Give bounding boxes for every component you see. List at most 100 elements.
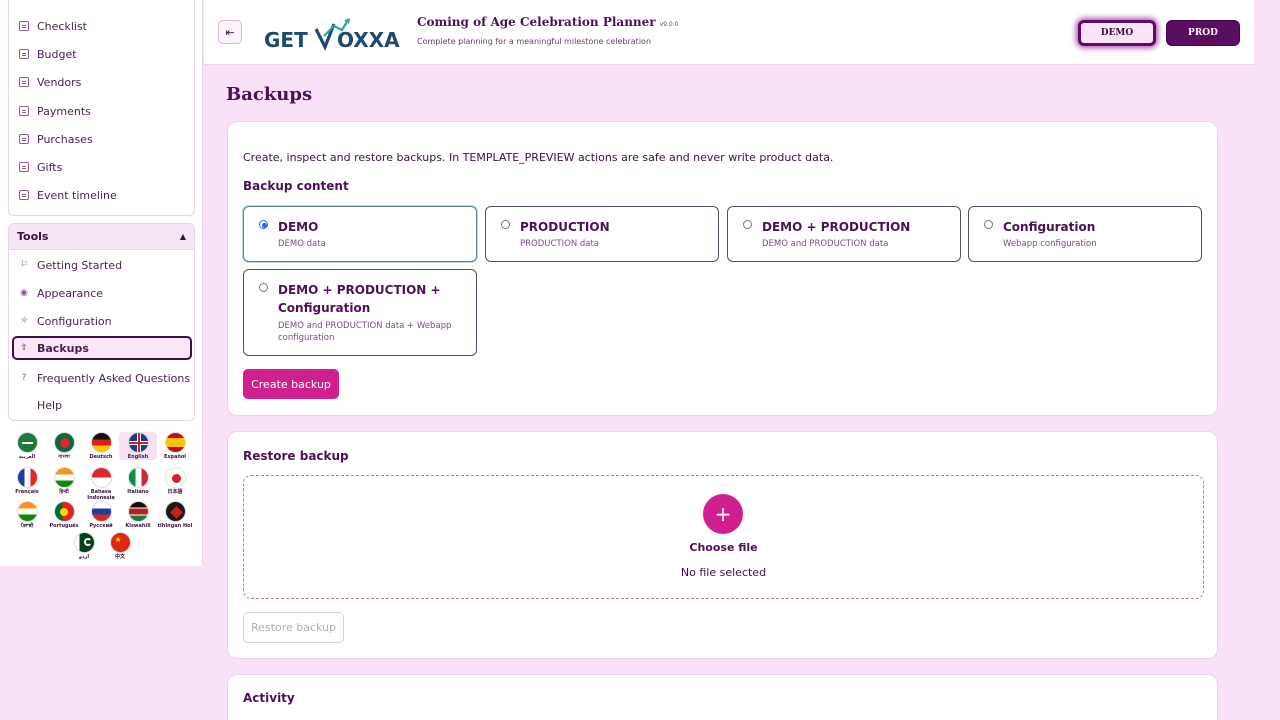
radio-button[interactable]	[984, 220, 993, 229]
sidebar-item-label: Checklist	[37, 19, 87, 33]
help-icon	[19, 400, 29, 410]
svg-text:OXXA: OXXA	[337, 28, 400, 52]
sidebar-item-appearance[interactable]: ◉ Appearance	[9, 281, 194, 305]
sidebar-item-getting-started[interactable]: ⚐ Getting Started	[9, 253, 194, 277]
create-backup-card: Create, inspect and restore backups. In …	[227, 121, 1218, 416]
flag-icon	[127, 467, 149, 488]
language-flag-fr[interactable]: Français	[8, 467, 46, 495]
sidebar-planning-nav: Checklist Budget Vendors Payments Purcha…	[8, 0, 195, 216]
sidebar-item-gifts[interactable]: Gifts	[9, 155, 194, 179]
sidebar-item-label: Purchases	[37, 132, 93, 146]
sidebar-item-payments[interactable]: Payments	[9, 99, 194, 123]
env-prod-button[interactable]: PROD	[1166, 20, 1240, 46]
language-flag-en[interactable]: English	[119, 432, 157, 460]
flag-icon: ★	[109, 532, 131, 553]
backup-content-title: Backup content	[243, 179, 349, 193]
radio-button[interactable]	[259, 283, 268, 292]
language-flag-ru[interactable]: Русский	[82, 501, 120, 529]
language-flag-id[interactable]: Bahasa Indonesia	[82, 467, 120, 501]
flag-icon	[164, 432, 186, 453]
chevron-up-icon: ▲	[179, 232, 186, 241]
flag-outline-icon: ⚐	[19, 260, 29, 270]
backup-option-production[interactable]: PRODUCTION PRODUCTION data	[485, 206, 719, 262]
language-flag-sw[interactable]: Kiswahili	[119, 501, 157, 529]
backup-option-demo-production[interactable]: DEMO + PRODUCTION DEMO and PRODUCTION da…	[727, 206, 961, 262]
activity-title: Activity	[243, 691, 295, 705]
flag-icon	[90, 467, 112, 488]
radio-button[interactable]	[259, 220, 268, 229]
flag-icon	[164, 467, 186, 488]
language-flag-ar[interactable]: العربية	[8, 432, 46, 460]
document-icon	[19, 134, 29, 144]
gear-icon: ☼	[19, 316, 29, 326]
radio-button[interactable]	[743, 220, 752, 229]
tools-section-title: Tools	[17, 230, 49, 243]
language-flag-pt[interactable]: Português	[45, 501, 83, 529]
sidebar-item-event-timeline[interactable]: Event timeline	[9, 183, 194, 207]
sidebar-item-label: Vendors	[37, 75, 82, 89]
sidebar-item-backups[interactable]: ⇧ Backups	[12, 336, 192, 360]
document-icon	[19, 162, 29, 172]
activity-card: Activity	[227, 674, 1218, 720]
backup-option-all[interactable]: DEMO + PRODUCTION + Configuration DEMO a…	[243, 269, 477, 356]
flag-icon	[90, 501, 112, 522]
sidebar-item-configuration[interactable]: ☼ Configuration	[9, 309, 194, 333]
top-header: ⇤ GET OXXA Coming of Age Celebration Pla…	[204, 0, 1254, 65]
palette-icon: ◉	[20, 288, 28, 298]
upload-icon: ⇧	[20, 343, 28, 353]
flag-icon	[90, 432, 112, 453]
file-status: No file selected	[680, 566, 767, 579]
document-icon	[19, 49, 29, 59]
flag-icon	[73, 532, 95, 553]
language-flag-bn[interactable]: বাংলা	[45, 432, 83, 460]
backup-description: Create, inspect and restore backups. In …	[243, 151, 834, 164]
flag-icon	[53, 467, 75, 488]
flag-icon	[16, 432, 38, 453]
language-flag-de[interactable]: Deutsch	[82, 432, 120, 460]
plus-icon[interactable]: +	[703, 494, 743, 534]
sidebar-item-label: Budget	[37, 47, 77, 61]
sidebar-item-purchases[interactable]: Purchases	[9, 127, 194, 151]
sidebar-item-vendors[interactable]: Vendors	[9, 70, 194, 94]
language-flag-ur[interactable]: اردو	[65, 532, 103, 560]
language-flag-pa[interactable]: ਪੰਜਾਬੀ	[8, 501, 46, 529]
flag-icon	[127, 501, 149, 522]
document-icon	[19, 21, 29, 31]
backup-option-configuration[interactable]: Configuration Webapp configuration	[968, 206, 1202, 262]
sidebar-item-checklist[interactable]: Checklist	[9, 14, 194, 38]
flag-icon	[53, 501, 75, 522]
language-flag-zh[interactable]: ★ 中文	[101, 532, 139, 560]
choose-file-label[interactable]: Choose file	[244, 541, 1203, 554]
collapse-left-icon: ⇤	[225, 25, 235, 39]
sidebar-collapse-button[interactable]: ⇤	[218, 20, 242, 44]
file-dropzone[interactable]: + Choose file No file selected	[243, 475, 1204, 599]
sidebar-item-faq[interactable]: ? Frequently Asked Questions	[9, 366, 194, 390]
sidebar-item-label: Appearance	[37, 286, 104, 300]
app-version: v9.0.0	[659, 21, 679, 28]
language-flag-it[interactable]: Italiano	[119, 467, 157, 495]
radio-button[interactable]	[501, 220, 510, 229]
restore-backup-card: Restore backup + Choose file No file sel…	[227, 431, 1218, 659]
language-flag-es[interactable]: Español	[156, 432, 194, 460]
env-demo-button[interactable]: DEMO	[1078, 20, 1156, 46]
question-circle-icon: ?	[21, 373, 27, 383]
language-flag-hi[interactable]: हिन्दी	[45, 467, 83, 495]
tools-section-header[interactable]: Tools ▲	[9, 224, 194, 250]
restore-backup-title: Restore backup	[243, 449, 349, 463]
sidebar-tools-nav: Tools ▲ ⚐ Getting Started ◉ Appearance ☼…	[8, 223, 195, 421]
language-flag-ja[interactable]: 日本語	[156, 467, 194, 495]
app-title: Coming of Age Celebration Planner v9.0.0	[417, 15, 679, 29]
backup-option-demo[interactable]: DEMO DEMO data	[243, 206, 477, 262]
restore-backup-button[interactable]: Restore backup	[243, 612, 344, 643]
sidebar-item-label: Getting Started	[37, 258, 123, 272]
language-flag-tlh[interactable]: tlhIngan Hol	[156, 501, 194, 529]
sidebar-item-label: Gifts	[37, 160, 63, 174]
create-backup-button[interactable]: Create backup	[243, 369, 339, 399]
sidebar-item-help[interactable]: Help	[9, 393, 194, 417]
getvoxxa-logo: GET OXXA	[264, 18, 400, 52]
flag-icon	[16, 467, 38, 488]
flag-icon	[164, 501, 186, 522]
app-subtitle: Complete planning for a meaningful miles…	[417, 37, 652, 46]
document-icon	[19, 77, 29, 87]
sidebar-item-budget[interactable]: Budget	[9, 42, 194, 66]
